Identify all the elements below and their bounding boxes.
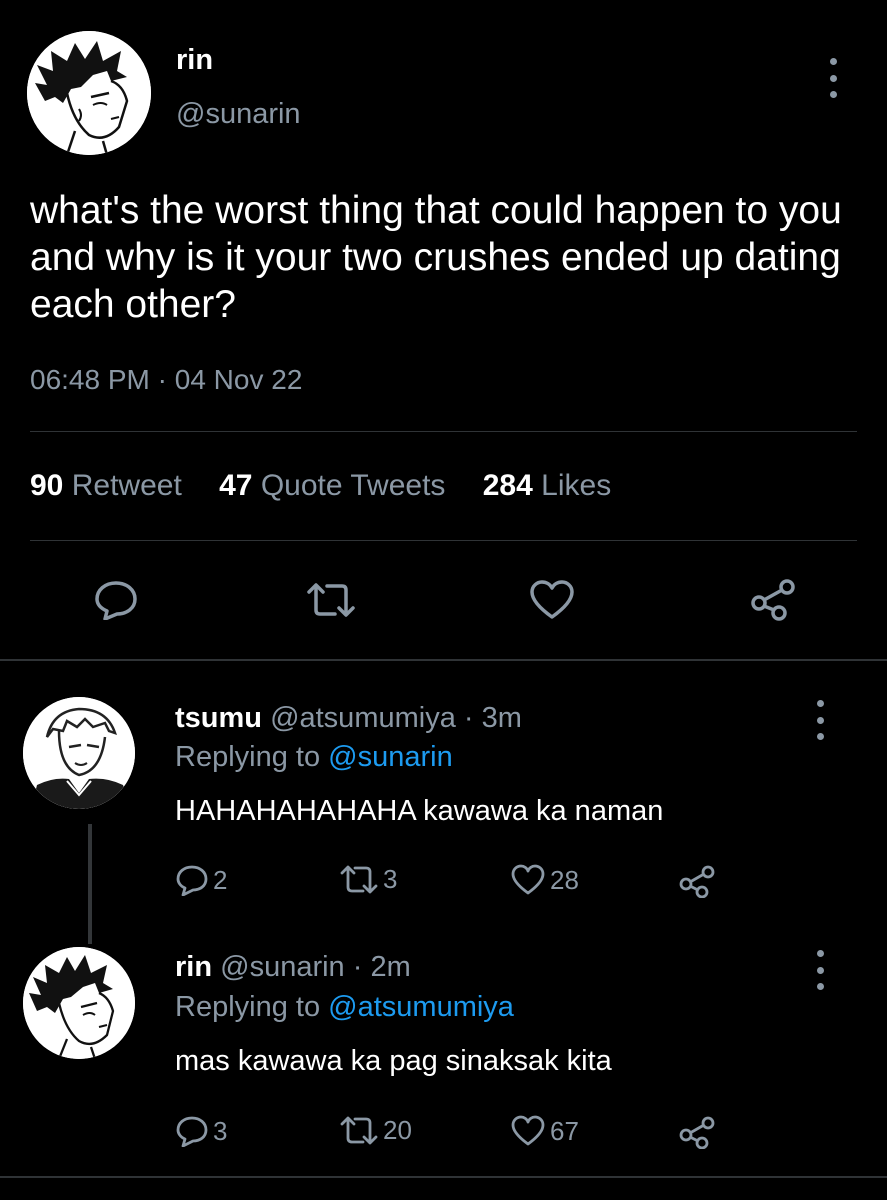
likes-label: Likes [541,469,612,502]
tweet-timestamp: 06:48 PM · 04 Nov 22 [30,364,302,396]
avatar[interactable] [27,31,151,155]
retweet-count: 20 [383,1115,412,1145]
replying-to: Replying to @sunarin [175,741,453,774]
tweet-time: 06:48 PM [30,364,150,395]
reply-icon [176,1116,208,1147]
retweet-button[interactable]: 20 [339,1115,412,1146]
author-name[interactable]: rin [176,44,213,77]
reply-count: 3 [213,1115,228,1146]
share-icon [679,865,715,898]
avatar-illustration [23,697,135,809]
share-button[interactable] [678,864,720,898]
author-handle[interactable]: @sunarin [220,951,345,983]
divider [0,1176,887,1178]
like-button[interactable]: 28 [510,864,579,896]
retweet-label: Retweet [71,469,182,502]
author-handle[interactable]: @atsumumiya [270,702,456,734]
mention-link[interactable]: @sunarin [328,741,453,773]
author-handle[interactable]: @sunarin [176,98,301,131]
thread-connector [88,824,92,944]
retweet-count: 3 [383,864,398,894]
timestamp-separator: · [157,364,167,395]
reply-icon [176,865,208,896]
likes-count: 284 [482,469,533,502]
reply-age: 2m [370,951,411,983]
like-icon[interactable] [528,579,576,621]
retweet-stat[interactable]: 90 Retweet [30,469,182,503]
share-icon[interactable] [749,577,797,621]
divider [0,659,887,661]
reply-count: 2 [213,864,228,895]
reply-button[interactable]: 3 [175,1115,227,1147]
reply-button[interactable]: 2 [175,864,227,896]
reply-action-bar: 2 3 28 [175,864,735,904]
more-options-icon[interactable] [821,58,845,98]
author-name[interactable]: tsumu [175,702,262,734]
main-tweet: rin @sunarin what's the worst thing that… [0,0,887,660]
replying-to: Replying to @atsumumiya [175,991,514,1024]
retweet-button[interactable]: 3 [339,864,397,895]
like-icon [511,864,545,895]
retweet-icon[interactable] [305,582,357,618]
replying-prefix: Replying to [175,741,321,773]
reply-action-bar: 3 20 67 [175,1115,735,1155]
timestamp-separator: · [463,702,474,734]
quote-stat[interactable]: 47 Quote Tweets [219,469,445,503]
reply-header: rin @sunarin · 2m [175,951,411,984]
share-button[interactable] [678,1115,720,1149]
tweet-text: what's the worst thing that could happen… [30,189,842,326]
divider [30,540,857,541]
tweet-date: 04 Nov 22 [174,364,303,395]
like-count: 28 [550,864,579,895]
retweet-icon [340,1116,378,1144]
author-name[interactable]: rin [175,951,212,983]
reply-header: tsumu @atsumumiya · 3m [175,702,522,735]
divider [30,431,857,432]
like-count: 67 [550,1115,579,1146]
reply-icon[interactable] [93,580,139,620]
like-button[interactable]: 67 [510,1115,579,1147]
quote-label: Quote Tweets [260,469,446,502]
share-icon [679,1116,715,1149]
reply-age: 3m [481,702,522,734]
replying-prefix: Replying to [175,991,321,1023]
timestamp-separator: · [352,951,363,983]
more-options-icon[interactable] [808,700,832,740]
reply-text: mas kawawa ka pag sinaksak kita [175,1045,612,1077]
mention-link[interactable]: @atsumumiya [328,991,514,1023]
reply-text: HAHAHAHAHAHA kawawa ka naman [175,795,664,827]
avatar-illustration [23,947,135,1059]
tweet-stats: 90 Retweet 47 Quote Tweets 284 Likes [30,469,640,503]
avatar-illustration [27,31,151,155]
retweet-count: 90 [30,469,64,502]
avatar[interactable] [23,947,135,1059]
more-options-icon[interactable] [808,950,832,990]
likes-stat[interactable]: 284 Likes [483,469,611,503]
retweet-icon [340,865,378,893]
quote-count: 47 [219,469,253,502]
avatar[interactable] [23,697,135,809]
like-icon [511,1115,545,1146]
